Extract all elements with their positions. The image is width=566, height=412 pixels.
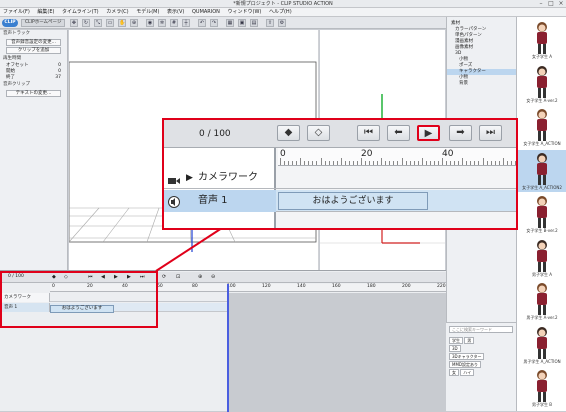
ruler-tick (292, 161, 294, 165)
expand-triangle-icon[interactable]: ▶ (186, 167, 193, 189)
ruler-tick (458, 161, 460, 165)
ruler-tick (332, 161, 334, 165)
ruler-tick (300, 158, 302, 165)
ruler-tick (365, 161, 367, 165)
zoom-track-name-audio: 音声 1 (198, 195, 228, 206)
prev-frame-icon[interactable]: ⬅ (387, 125, 410, 141)
ruler-tick (393, 161, 395, 165)
ruler-tick (308, 161, 310, 165)
ruler-tick (510, 161, 512, 165)
ruler-tick (433, 161, 435, 165)
ruler-tick (454, 161, 456, 165)
ruler-tick (409, 161, 411, 165)
zoom-track-audio[interactable]: 音声 1 おはようございます (164, 190, 516, 212)
ruler-tick (405, 161, 407, 165)
add-keyframe-icon[interactable]: ◆ (277, 125, 300, 141)
ruler-tick (437, 161, 439, 165)
zoom-audio-clip[interactable]: おはようございます (278, 192, 428, 210)
ruler-tick (336, 161, 338, 165)
ruler-tick (490, 161, 492, 165)
delete-keyframe-icon[interactable]: ◇ (307, 125, 330, 141)
ruler-tick (478, 161, 480, 165)
ruler-tick (320, 158, 322, 165)
ruler-tick (442, 158, 443, 165)
ruler-tick (284, 161, 286, 165)
ruler-tick (486, 161, 488, 165)
ruler-tick (506, 161, 508, 165)
ruler-tick (389, 161, 391, 165)
zoom-track-audio-header[interactable]: 音声 1 (164, 190, 276, 212)
ruler-tick (429, 161, 431, 165)
ruler-tick (494, 161, 496, 165)
ruler-tick (417, 161, 419, 165)
ruler-tick (344, 161, 346, 165)
first-frame-icon[interactable]: ⏮ (357, 125, 380, 141)
camera-icon (168, 173, 180, 184)
zoom-timeline-ruler[interactable]: 0 20 40 (278, 148, 516, 166)
ruler-tick (377, 161, 379, 165)
zoom-track-name-camera: カメラワーク (198, 172, 258, 183)
ruler-tick (450, 161, 452, 165)
last-frame-icon[interactable]: ⏭ (479, 125, 502, 141)
zoom-timeline-toolbar: 0 / 100 ◆ ◇ ⏮ ⬅ ▶ ➡ ⏭ (164, 120, 516, 148)
ruler-tick (324, 161, 326, 165)
ruler-tick (474, 161, 476, 165)
ruler-tick (502, 158, 504, 165)
ruler-tick (328, 161, 330, 165)
ruler-tick (356, 161, 358, 165)
ruler-tick (397, 161, 399, 165)
speaker-icon (168, 195, 180, 208)
zoom-track-camera[interactable]: ▶ カメラワーク (164, 167, 516, 189)
ruler-tick (482, 158, 484, 165)
ruler-tick (401, 158, 403, 165)
next-frame-icon[interactable]: ➡ (449, 125, 472, 141)
ruler-tick (421, 158, 423, 165)
zoom-timeline-body: 0 20 40 ▶ カメラワーク 音声 1 おはようございます (164, 148, 516, 228)
ruler-tick (470, 161, 472, 165)
ruler-tick (352, 161, 354, 165)
ruler-tick (413, 161, 415, 165)
ruler-tick (304, 161, 306, 165)
ruler-tick (348, 161, 350, 165)
ruler-tick (446, 161, 448, 165)
ruler-tick (316, 161, 318, 165)
ruler-tick (296, 161, 298, 165)
ruler-tick (373, 161, 375, 165)
ruler-tick (425, 161, 427, 165)
ruler-tick (312, 161, 314, 165)
ruler-label-20: 20 (361, 149, 373, 159)
ruler-tick (462, 158, 464, 165)
ruler-tick (514, 161, 516, 165)
ruler-tick (361, 158, 362, 165)
ruler-tick (288, 161, 290, 165)
ruler-tick (498, 161, 500, 165)
ruler-tick (466, 161, 468, 165)
zoom-track-camera-header[interactable]: ▶ カメラワーク (164, 167, 276, 189)
ruler-tick (381, 158, 383, 165)
ruler-tick (369, 161, 371, 165)
zoom-callout: 0 / 100 ◆ ◇ ⏮ ⬅ ▶ ➡ ⏭ 0 20 40 ▶ カメラワーク 音… (162, 118, 518, 230)
ruler-tick (340, 158, 342, 165)
zoom-frame-counter: 0 / 100 (199, 129, 231, 139)
ruler-label-40: 40 (442, 149, 454, 159)
ruler-tick (385, 161, 387, 165)
play-icon[interactable]: ▶ (417, 125, 440, 141)
ruler-tick (280, 158, 281, 165)
